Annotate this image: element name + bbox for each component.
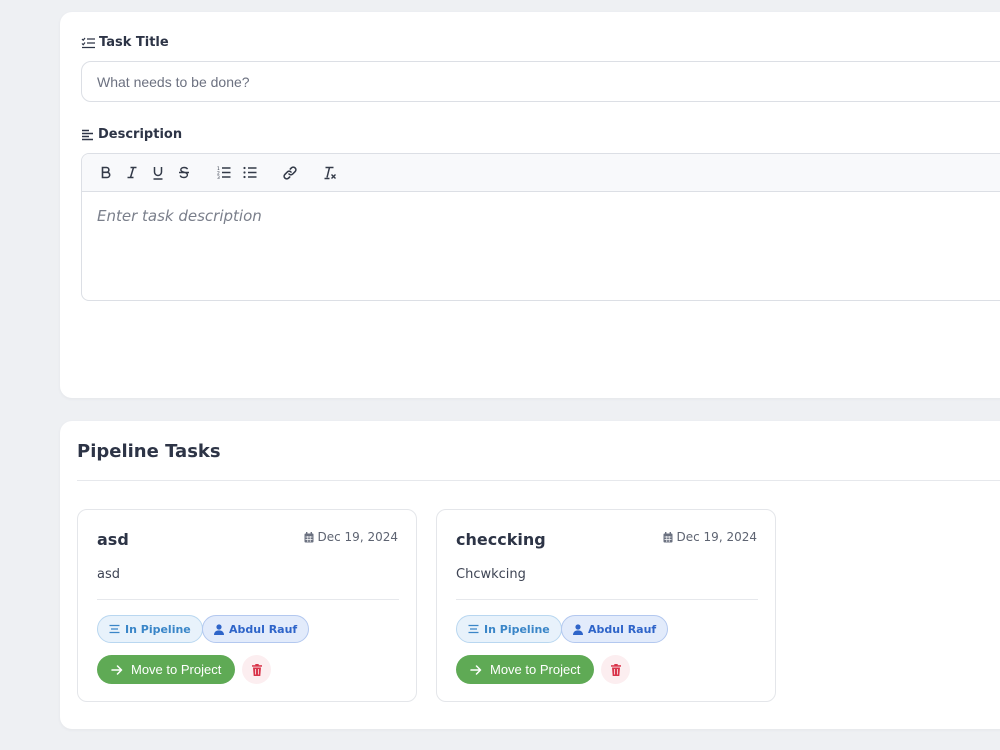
description-input[interactable]: Enter task description <box>82 192 1000 240</box>
arrow-right-icon <box>111 664 123 675</box>
move-to-project-label: Move to Project <box>490 662 581 677</box>
assignee-badge: Abdul Rauf <box>202 615 310 643</box>
description-label: Description <box>81 127 182 142</box>
strikethrough-icon <box>179 166 189 179</box>
task-card: asd Dec 19, 2024 asd In Pipeline Abdul R… <box>77 509 417 702</box>
align-left-icon <box>81 129 94 141</box>
section-divider <box>77 480 1000 481</box>
trash-icon <box>610 663 621 676</box>
status-badge-text: In Pipeline <box>484 622 550 636</box>
bold-icon <box>101 166 111 179</box>
task-card-description: asd <box>97 567 120 582</box>
task-card-date: Dec 19, 2024 <box>304 530 398 544</box>
task-title-input[interactable] <box>81 61 1000 102</box>
delete-task-button[interactable] <box>601 655 630 684</box>
italic-button[interactable] <box>120 161 144 185</box>
move-to-project-button[interactable]: Move to Project <box>456 655 595 684</box>
task-form-panel: Task Title Description 123 <box>60 12 1000 398</box>
status-badge-text: In Pipeline <box>125 622 191 636</box>
pipeline-tasks-panel: Pipeline Tasks asd Dec 19, 2024 asd In P… <box>60 421 1000 729</box>
calendar-icon <box>663 531 673 542</box>
clear-format-button[interactable] <box>318 161 342 185</box>
bullet-list-icon <box>243 166 257 179</box>
task-card-date: Dec 19, 2024 <box>663 530 757 544</box>
task-card-date-text: Dec 19, 2024 <box>317 530 398 544</box>
move-to-project-button[interactable]: Move to Project <box>97 655 236 684</box>
bullet-list-button[interactable] <box>238 161 262 185</box>
trash-icon <box>251 663 262 676</box>
link-icon <box>283 165 297 180</box>
underline-button[interactable] <box>146 161 170 185</box>
task-card-description: Chcwkcing <box>456 567 526 582</box>
delete-task-button[interactable] <box>242 655 271 684</box>
user-icon <box>214 623 224 635</box>
task-card-title: checcking <box>456 530 546 549</box>
pipeline-tasks-title: Pipeline Tasks <box>77 441 221 462</box>
strikethrough-button[interactable] <box>172 161 196 185</box>
assignee-badge: Abdul Rauf <box>561 615 669 643</box>
checklist-icon <box>81 37 95 49</box>
ordered-list-button[interactable]: 123 <box>212 161 236 185</box>
clear-format-icon <box>324 166 336 179</box>
arrow-right-icon <box>470 664 482 675</box>
underline-icon <box>153 166 163 180</box>
status-badge: In Pipeline <box>456 615 562 643</box>
task-card-date-text: Dec 19, 2024 <box>676 530 757 544</box>
bold-button[interactable] <box>94 161 118 185</box>
task-card-title: asd <box>97 530 129 549</box>
assignee-badge-text: Abdul Rauf <box>229 622 298 636</box>
align-center-icon <box>109 624 120 634</box>
move-to-project-label: Move to Project <box>131 662 222 677</box>
card-divider <box>456 599 758 600</box>
description-label-text: Description <box>98 127 183 142</box>
status-badge: In Pipeline <box>97 615 203 643</box>
svg-text:3: 3 <box>217 175 220 179</box>
ordered-list-icon: 123 <box>217 166 231 179</box>
align-center-icon <box>468 624 479 634</box>
italic-icon <box>127 166 137 179</box>
user-icon <box>573 623 583 635</box>
editor-toolbar: 123 <box>82 154 1000 192</box>
calendar-icon <box>304 531 314 542</box>
card-divider <box>97 599 399 600</box>
link-button[interactable] <box>278 161 302 185</box>
assignee-badge-text: Abdul Rauf <box>588 622 657 636</box>
task-title-label: Task Title <box>81 35 169 50</box>
task-title-label-text: Task Title <box>99 35 169 50</box>
description-editor: 123 Enter task description <box>81 153 1000 301</box>
task-card: checcking Dec 19, 2024 Chcwkcing In Pipe… <box>436 509 776 702</box>
